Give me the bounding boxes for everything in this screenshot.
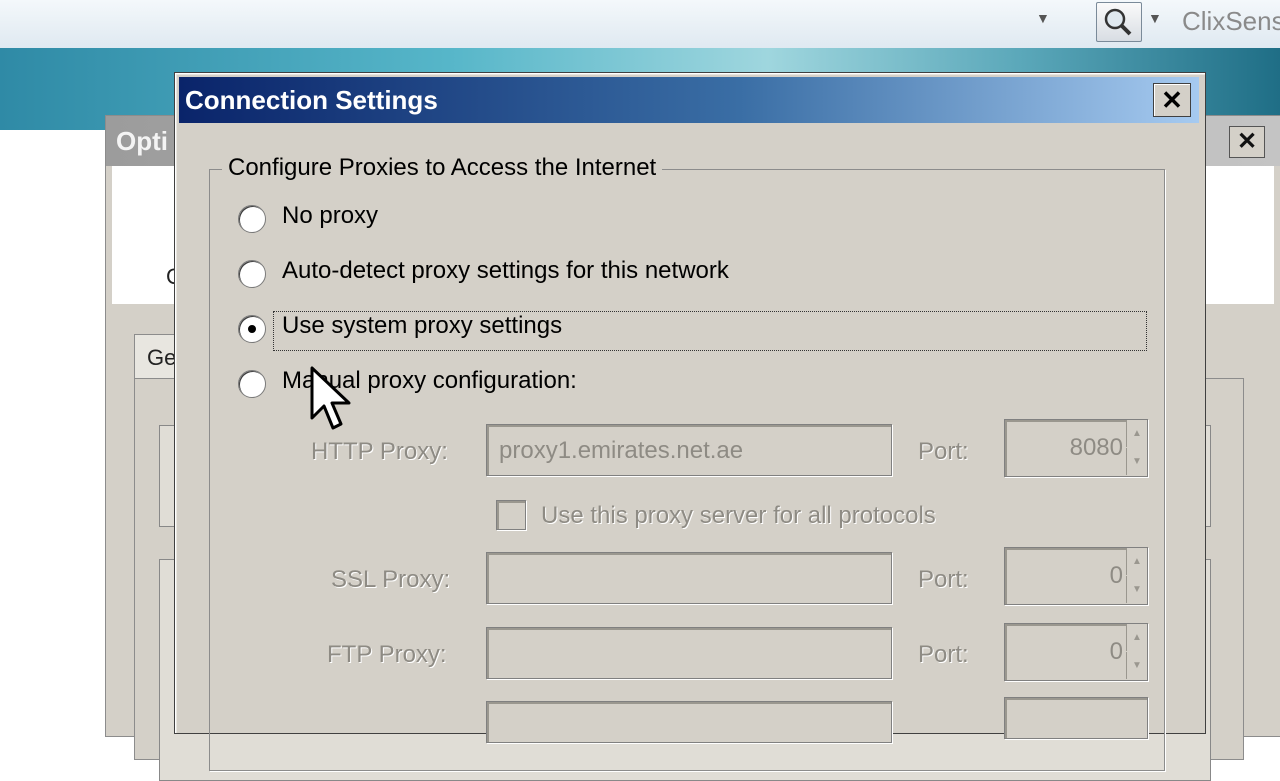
spin-up-icon[interactable]: ▲ (1126, 548, 1147, 575)
ssl-port-value: 0 (1109, 562, 1123, 589)
http-proxy-label: HTTP Proxy: (311, 438, 448, 465)
spin-down-icon[interactable]: ▼ (1126, 448, 1147, 475)
options-tab-label: Ge (147, 345, 177, 370)
chevron-down-icon[interactable]: ▼ (1036, 10, 1050, 26)
browser-toolbar: ▼ ▼ ClixSense (0, 0, 1280, 49)
use-for-all-checkbox[interactable] (496, 500, 526, 530)
search-input[interactable]: ClixSense (1182, 6, 1280, 37)
http-port-value: 8080 (1069, 434, 1123, 461)
ftp-port-label: Port: (918, 641, 969, 668)
ssl-port-label: Port: (918, 566, 969, 593)
ssl-proxy-label: SSL Proxy: (331, 566, 451, 593)
dialog-close-button[interactable]: ✕ (1153, 83, 1191, 117)
radio-button-selected[interactable] (238, 315, 266, 343)
spin-up-icon[interactable]: ▲ (1126, 624, 1147, 651)
http-proxy-input[interactable]: proxy1.emirates.net.ae (486, 424, 892, 476)
radio-button[interactable] (238, 260, 266, 288)
http-proxy-value: proxy1.emirates.net.ae (499, 437, 744, 464)
mouse-cursor-icon (310, 366, 351, 430)
dialog-title: Connection Settings (185, 85, 438, 115)
search-engine-dropdown-icon[interactable]: ▼ (1148, 10, 1162, 26)
radio-selected-dot (248, 325, 256, 333)
ftp-proxy-label: FTP Proxy: (327, 641, 447, 668)
ftp-port-spinbox[interactable]: 0 ▲ ▼ (1004, 623, 1148, 681)
group-title: Configure Proxies to Access the Internet (222, 154, 663, 182)
radio-button[interactable] (238, 205, 266, 233)
gopher-port-spinbox[interactable] (1004, 697, 1148, 739)
spin-up-icon[interactable]: ▲ (1126, 420, 1147, 447)
spin-down-icon[interactable]: ▼ (1126, 576, 1147, 603)
magnifier-icon (1104, 8, 1132, 36)
options-close-button[interactable]: ✕ (1229, 126, 1265, 158)
focus-rectangle (273, 311, 1147, 351)
http-port-label: Port: (918, 438, 969, 465)
ssl-proxy-input[interactable] (486, 552, 892, 604)
radio-button[interactable] (238, 370, 266, 398)
http-port-spinbox[interactable]: 8080 ▲ ▼ (1004, 419, 1148, 477)
dialog-titlebar[interactable]: Connection Settings ✕ (179, 77, 1199, 123)
radio-label: No proxy (282, 202, 379, 229)
ftp-port-value: 0 (1109, 638, 1123, 665)
ftp-proxy-input[interactable] (486, 627, 892, 679)
use-for-all-label: Use this proxy server for all protocols (541, 502, 936, 529)
ssl-port-spinbox[interactable]: 0 ▲ ▼ (1004, 547, 1148, 605)
spin-down-icon[interactable]: ▼ (1126, 652, 1147, 679)
gopher-proxy-input[interactable] (486, 701, 892, 743)
search-engine-button[interactable] (1096, 2, 1142, 42)
options-title: Opti (116, 126, 168, 156)
radio-label: Auto-detect proxy settings for this netw… (282, 257, 729, 284)
